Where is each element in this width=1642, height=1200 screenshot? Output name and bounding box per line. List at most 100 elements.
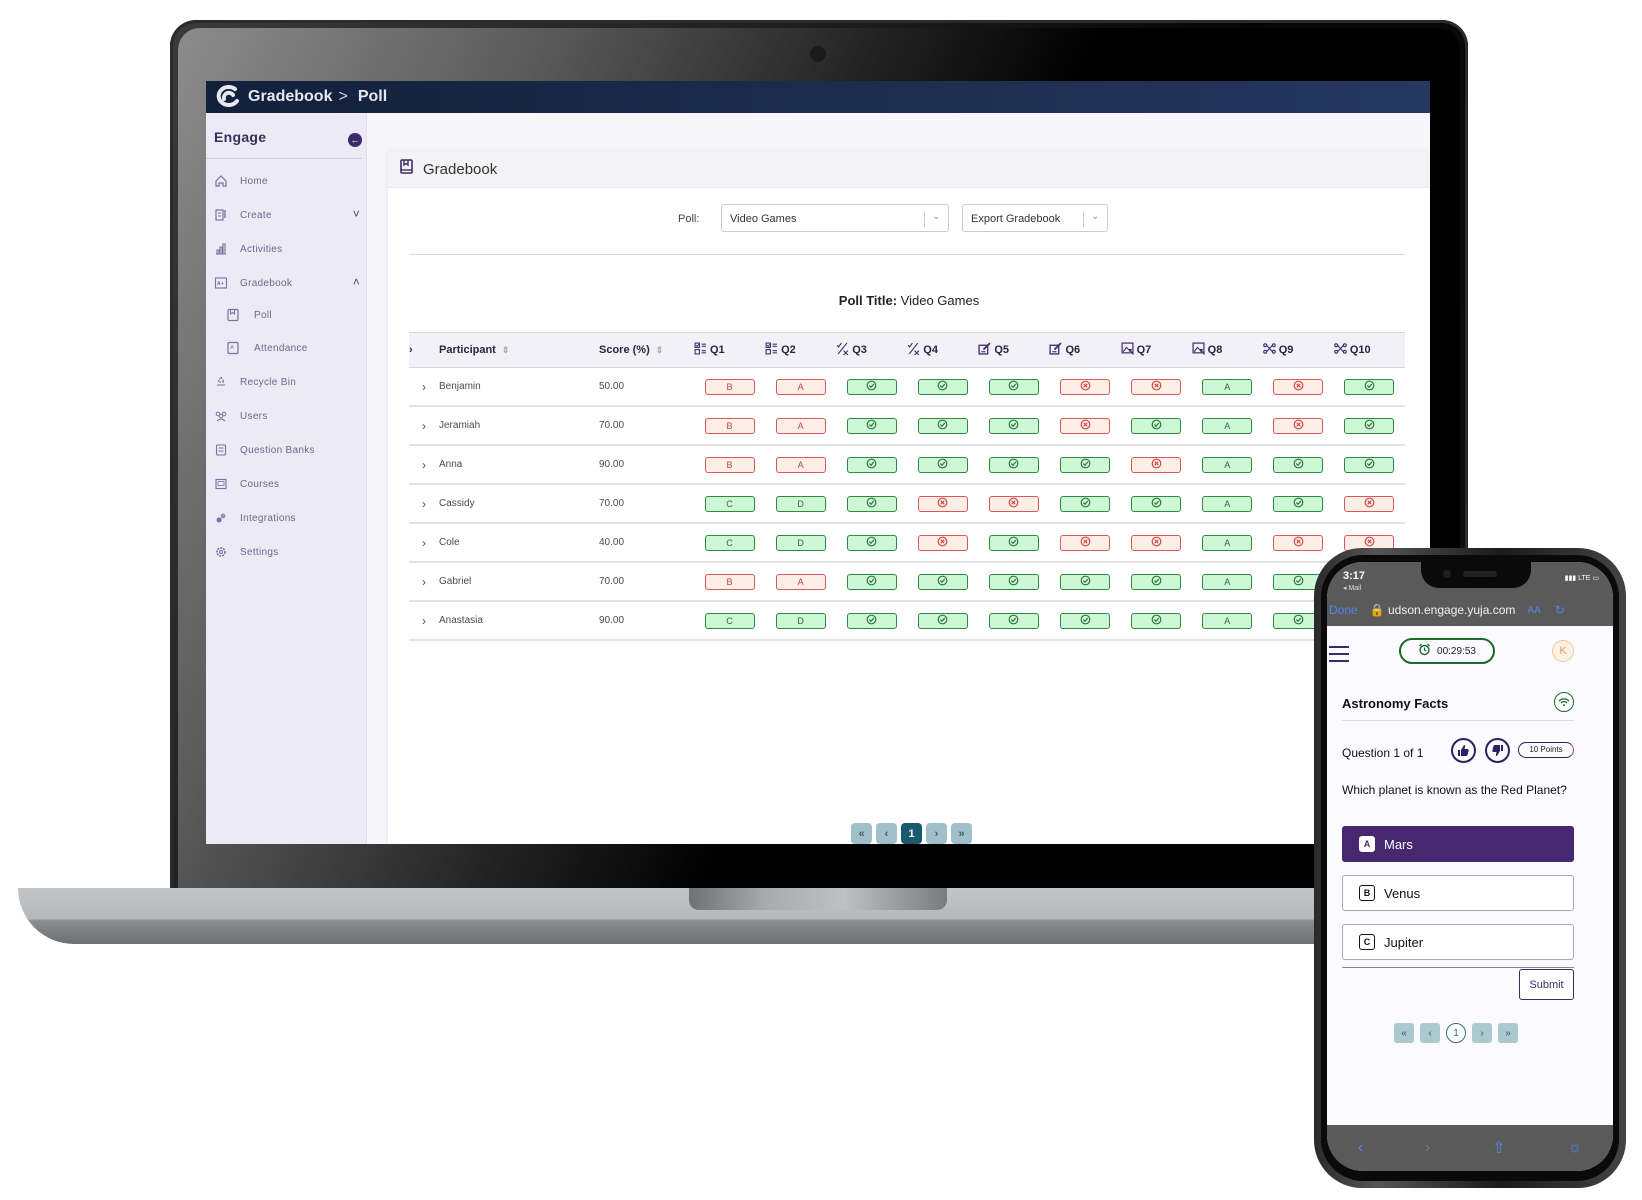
wrong-answer-badge[interactable] <box>1273 534 1324 551</box>
sidebar-item-poll[interactable]: Poll <box>206 303 366 327</box>
participant-column-header[interactable]: Participant ⇕ <box>439 332 599 368</box>
sidebar-item-create[interactable]: Create ˅ <box>206 203 366 227</box>
arrow-left-icon[interactable]: ← <box>348 133 362 147</box>
correct-answer-badge[interactable] <box>988 378 1039 395</box>
breadcrumb-root[interactable]: Gradebook <box>248 88 332 106</box>
thumbs-up-icon[interactable] <box>1451 738 1476 763</box>
chevron-down-icon[interactable]: ˅ <box>353 207 360 221</box>
correct-answer-badge[interactable] <box>846 495 897 512</box>
correct-answer-badge[interactable] <box>1060 573 1111 590</box>
sidebar-item-users[interactable]: Users <box>206 404 366 428</box>
export-gradebook-select[interactable]: Export Gradebook ⌄ <box>962 204 1108 232</box>
correct-answer-badge[interactable] <box>1131 573 1182 590</box>
correct-answer-badge[interactable] <box>917 573 968 590</box>
correct-answer-badge[interactable] <box>1273 456 1324 473</box>
prev-page-button[interactable]: ‹ <box>876 823 897 844</box>
sidebar-item-attendance[interactable]: A Attendance <box>206 336 366 360</box>
current-question-indicator[interactable]: 1 <box>1446 1023 1466 1043</box>
answer-option-c[interactable]: C Jupiter <box>1342 924 1574 960</box>
wrong-answer-badge[interactable]: A <box>775 378 826 395</box>
wrong-answer-badge[interactable] <box>1273 417 1324 434</box>
wrong-answer-badge[interactable] <box>988 495 1039 512</box>
correct-answer-badge[interactable] <box>1060 495 1111 512</box>
correct-answer-badge[interactable] <box>846 573 897 590</box>
wrong-answer-badge[interactable] <box>917 534 968 551</box>
row-expand-icon[interactable]: › <box>409 523 439 563</box>
row-expand-icon[interactable]: › <box>409 562 439 602</box>
correct-answer-badge[interactable] <box>1060 612 1111 629</box>
sidebar-item-integrations[interactable]: Integrations <box>206 506 366 530</box>
correct-answer-badge[interactable] <box>988 612 1039 629</box>
correct-answer-badge[interactable] <box>846 456 897 473</box>
answer-option-a[interactable]: A Mars <box>1342 826 1574 862</box>
sort-icon[interactable]: ⇕ <box>502 345 510 355</box>
sort-icon[interactable]: ⇕ <box>656 345 664 355</box>
chevron-up-icon[interactable]: ˄ <box>353 275 360 289</box>
wrong-answer-badge[interactable]: B <box>704 417 755 434</box>
back-to-mail-link[interactable]: ◂ Mail <box>1343 584 1361 592</box>
correct-answer-badge[interactable]: A <box>1202 612 1253 629</box>
score-column-header[interactable]: Score (%) ⇕ <box>599 332 694 368</box>
sidebar-item-activities[interactable]: Activities <box>206 237 366 261</box>
correct-answer-badge[interactable] <box>1131 495 1182 512</box>
correct-answer-badge[interactable]: A <box>1202 534 1253 551</box>
correct-answer-badge[interactable] <box>846 417 897 434</box>
sidebar-item-gradebook[interactable]: A+ Gradebook ˄ <box>206 271 366 295</box>
wrong-answer-badge[interactable] <box>1273 378 1324 395</box>
sidebar-item-settings[interactable]: Settings <box>206 540 366 564</box>
prev-question-button[interactable]: ‹ <box>1420 1023 1440 1043</box>
correct-answer-badge[interactable]: A <box>1202 378 1253 395</box>
wrong-answer-badge[interactable]: B <box>704 573 755 590</box>
correct-answer-badge[interactable] <box>917 378 968 395</box>
correct-answer-badge[interactable]: A <box>1202 573 1253 590</box>
thumbs-down-icon[interactable] <box>1485 738 1510 763</box>
wrong-answer-badge[interactable] <box>1344 495 1395 512</box>
sidebar-item-home[interactable]: Home <box>206 169 366 193</box>
wrong-answer-badge[interactable] <box>1060 378 1111 395</box>
url-field[interactable]: 🔒 udson.engage.yuja.com <box>1370 603 1516 617</box>
correct-answer-badge[interactable]: C <box>704 612 755 629</box>
correct-answer-badge[interactable] <box>846 612 897 629</box>
correct-answer-badge[interactable] <box>988 456 1039 473</box>
wrong-answer-badge[interactable] <box>1060 534 1111 551</box>
sidebar-item-question-banks[interactable]: Question Banks <box>206 438 366 462</box>
last-page-button[interactable]: » <box>951 823 972 844</box>
correct-answer-badge[interactable] <box>917 612 968 629</box>
correct-answer-badge[interactable] <box>1344 456 1395 473</box>
wrong-answer-badge[interactable]: A <box>775 456 826 473</box>
correct-answer-badge[interactable]: C <box>704 534 755 551</box>
compass-icon[interactable]: ☼ <box>1567 1139 1582 1157</box>
correct-answer-badge[interactable] <box>988 417 1039 434</box>
poll-select[interactable]: Video Games ⌄ <box>721 204 949 232</box>
correct-answer-badge[interactable] <box>1344 417 1395 434</box>
sidebar-item-courses[interactable]: Courses <box>206 472 366 496</box>
sidebar-item-recycle-bin[interactable]: Recycle Bin <box>206 370 366 394</box>
wrong-answer-badge[interactable] <box>1131 378 1182 395</box>
last-question-button[interactable]: » <box>1498 1023 1518 1043</box>
correct-answer-badge[interactable]: A <box>1202 456 1253 473</box>
browser-back-icon[interactable]: ‹ <box>1358 1139 1363 1157</box>
correct-answer-badge[interactable] <box>1131 612 1182 629</box>
reload-icon[interactable]: ↻ <box>1555 603 1565 617</box>
row-expand-icon[interactable]: › <box>409 445 439 485</box>
expand-all-toggle[interactable]: › <box>409 332 439 368</box>
correct-answer-badge[interactable] <box>1273 495 1324 512</box>
wrong-answer-badge[interactable]: B <box>704 378 755 395</box>
wrong-answer-badge[interactable]: A <box>775 417 826 434</box>
correct-answer-badge[interactable] <box>1060 456 1111 473</box>
correct-answer-badge[interactable]: A <box>1202 495 1253 512</box>
row-expand-icon[interactable]: › <box>409 367 439 407</box>
first-question-button[interactable]: « <box>1394 1023 1414 1043</box>
correct-answer-badge[interactable]: C <box>704 495 755 512</box>
hamburger-menu-icon[interactable] <box>1329 646 1349 667</box>
correct-answer-badge[interactable] <box>988 573 1039 590</box>
done-button[interactable]: Done <box>1329 603 1358 617</box>
correct-answer-badge[interactable] <box>917 417 968 434</box>
next-page-button[interactable]: › <box>926 823 947 844</box>
correct-answer-badge[interactable] <box>846 534 897 551</box>
correct-answer-badge[interactable] <box>917 456 968 473</box>
wrong-answer-badge[interactable]: B <box>704 456 755 473</box>
wrong-answer-badge[interactable] <box>1131 456 1182 473</box>
current-page-button[interactable]: 1 <box>901 823 922 844</box>
browser-forward-icon[interactable]: › <box>1425 1139 1430 1157</box>
